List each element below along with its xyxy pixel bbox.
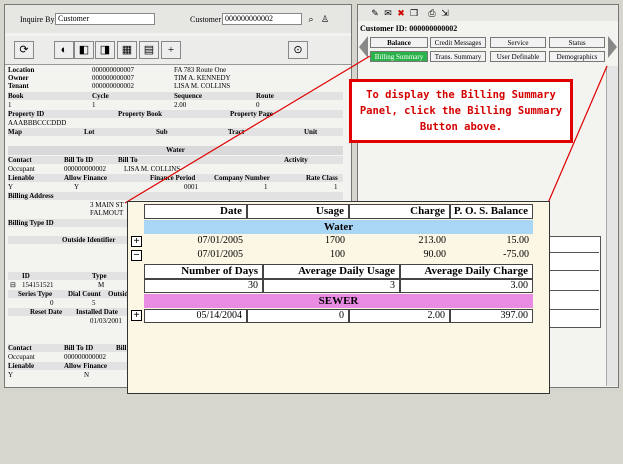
sewer-banner: SEWER [144,294,533,308]
sewer-row-1-date: 05/14/2004 [144,309,247,323]
collapse-row-button[interactable]: − [131,250,142,261]
sewer-row-1-balance: 397.00 [450,309,533,323]
water-row-1-date: 07/01/2005 [197,235,243,246]
avg-daily-charge-value: 3.00 [400,279,533,293]
water-row-1-charge: 213.00 [418,235,447,246]
billing-summary-panel: Date Usage Charge P. O. S. Balance Water… [127,201,550,394]
callout-line-3: Button above. [419,121,503,133]
sewer-row-1-usage: 0 [247,309,349,323]
header-avg-daily-charge: Average Daily Charge [400,264,533,279]
header-avg-daily-usage: Average Daily Usage [263,264,400,279]
water-banner: Water [144,220,533,234]
header-date: Date [144,204,247,219]
sewer-row-1-charge: 2.00 [349,309,450,323]
water-row-1-usage: 1700 [325,235,345,246]
header-pos-balance: P. O. S. Balance [450,204,533,219]
callout-line-2: Panel, click the Billing Summary [359,105,563,117]
header-usage: Usage [247,204,349,219]
water-row-2-usage: 100 [330,249,345,260]
water-row-2-charge: 90.00 [423,249,447,260]
header-charge: Charge [349,204,450,219]
water-row-2-date: 07/01/2005 [197,249,243,260]
number-of-days-value: 30 [144,279,263,293]
water-row-1-balance: 15.00 [506,235,530,246]
expand-row-button[interactable]: + [131,236,142,247]
expand-sewer-row-button[interactable]: + [131,310,142,321]
instruction-callout: To display the Billing Summary Panel, cl… [349,79,573,143]
header-number-of-days: Number of Days [144,264,263,279]
water-row-2-balance: -75.00 [503,249,529,260]
callout-line-1: To display the Billing Summary [366,89,556,101]
avg-daily-usage-value: 3 [263,279,400,293]
